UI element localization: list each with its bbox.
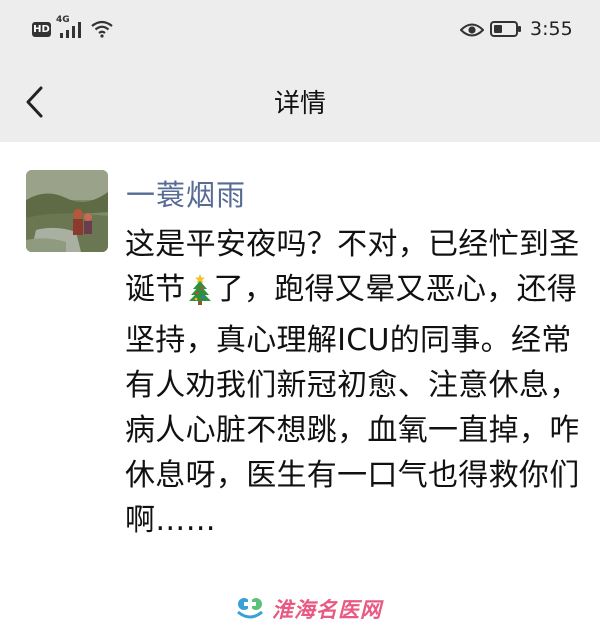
page-title: 详情 xyxy=(273,89,326,119)
battery-icon xyxy=(490,21,521,37)
watermark-text: 淮海名医网 xyxy=(272,597,382,622)
top-bar: HD 4G 3:55 详情 xyxy=(0,0,600,142)
watermark-logo-icon xyxy=(237,598,263,619)
post-author-name[interactable]: 一蓑烟雨 xyxy=(126,172,246,214)
signal-icon xyxy=(60,22,81,38)
status-bar: HD 4G 3:55 xyxy=(0,0,600,60)
christmas-tree-icon xyxy=(187,273,213,318)
avatar[interactable] xyxy=(26,170,108,252)
hd-badge: HD xyxy=(32,22,51,37)
wifi-icon xyxy=(91,20,113,38)
watermark: 淮海名医网 xyxy=(232,592,392,622)
post-text: 这是平安夜吗？不对，已经忙到圣诞节 了，跑得又晕又恶心，还得坚持，真心理解ICU… xyxy=(125,222,595,543)
status-time: 3:55 xyxy=(530,18,573,40)
avatar-photo xyxy=(26,170,108,252)
eye-icon xyxy=(460,23,484,37)
